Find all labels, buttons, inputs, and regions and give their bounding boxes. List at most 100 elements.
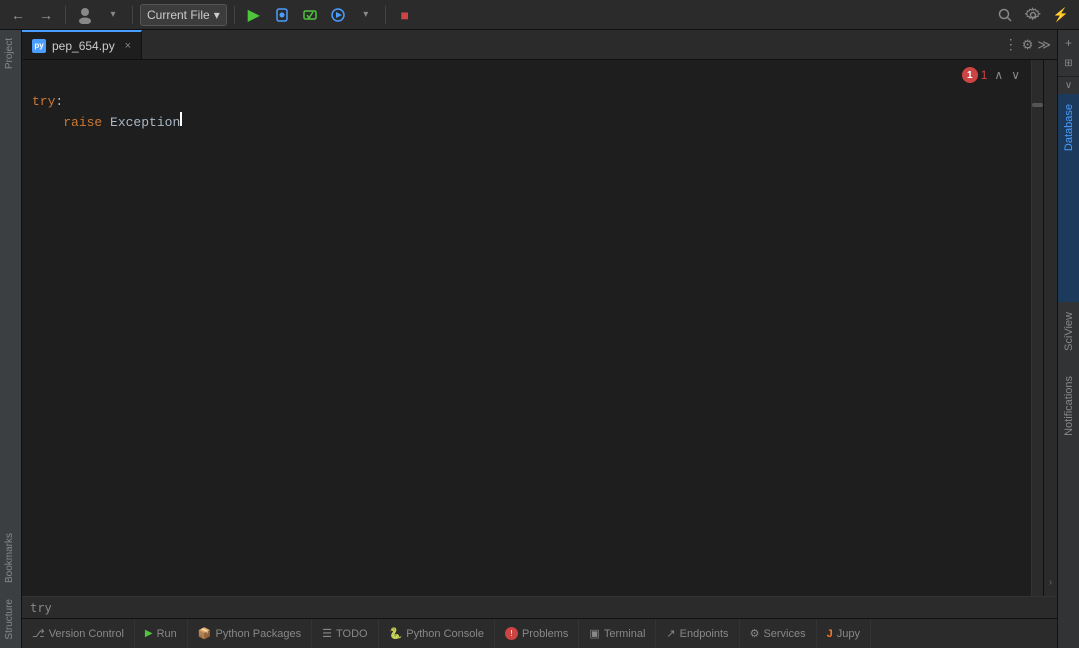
error-nav-arrows: ∧ ∨ bbox=[991, 67, 1023, 83]
nav-forward-button[interactable]: → bbox=[34, 3, 58, 27]
profile-run-icon bbox=[330, 7, 346, 23]
notifications-tab-label: Notifications bbox=[1061, 372, 1077, 440]
tab-expand[interactable]: ≫ bbox=[1037, 37, 1051, 53]
nav-back-button[interactable]: ← bbox=[6, 3, 30, 27]
code-editor[interactable]: 1 1 ∧ ∨ try: ____r bbox=[22, 60, 1031, 596]
tab-problems[interactable]: ! Problems bbox=[495, 619, 579, 648]
error-count-circle: 1 bbox=[962, 67, 978, 83]
editor-scrollbar-gutter bbox=[1031, 60, 1043, 596]
database-tab-label: Database bbox=[1061, 100, 1077, 155]
main-toolbar: ← → ▾ Current File ▾ ▶ bbox=[0, 0, 1079, 30]
error-badge: 1 1 bbox=[962, 67, 988, 83]
console-icon: 🐍 bbox=[389, 627, 403, 640]
error-nav-up[interactable]: ∧ bbox=[991, 67, 1006, 83]
left-vertical-tabs: Project Bookmarks Structure bbox=[0, 30, 22, 648]
sciview-tab[interactable]: SciView bbox=[1058, 302, 1079, 361]
editor-indicator-bar: 1 1 ∧ ∨ bbox=[22, 60, 1031, 90]
tab-endpoints[interactable]: ↗ Endpoints bbox=[656, 619, 739, 648]
plugin-button[interactable]: ⚡ bbox=[1049, 3, 1073, 27]
try-indicator-bar: try bbox=[22, 596, 1057, 618]
debug-button[interactable] bbox=[270, 3, 294, 27]
settings-button[interactable] bbox=[1021, 3, 1045, 27]
search-everywhere-button[interactable] bbox=[993, 3, 1017, 27]
right-vertical-tabs-panel: + ⊞ ∨ Database SciView Notifications bbox=[1057, 30, 1079, 648]
scrollbar-thumb[interactable] bbox=[1032, 103, 1043, 107]
vc-icon: ⎇ bbox=[32, 627, 45, 640]
tab-todo[interactable]: ☰ TODO bbox=[312, 619, 378, 648]
settings-icon bbox=[1025, 7, 1041, 23]
coverage-icon bbox=[302, 7, 318, 23]
tab-settings[interactable]: ⚙ bbox=[1022, 37, 1034, 53]
run-config-dropdown[interactable]: Current File ▾ bbox=[140, 4, 227, 26]
endpoints-icon: ↗ bbox=[666, 627, 675, 640]
search-icon bbox=[997, 7, 1013, 23]
vc-label: Version Control bbox=[49, 628, 124, 640]
content-area: Project Bookmarks Structure py pep_654.p… bbox=[0, 30, 1079, 648]
endpoints-label: Endpoints bbox=[680, 628, 729, 640]
packages-label: Python Packages bbox=[216, 628, 302, 640]
editor-tab-bar: py pep_654.py × ⋮ ⚙ ≫ bbox=[22, 30, 1057, 60]
profile-run-button[interactable] bbox=[326, 3, 350, 27]
tab-run[interactable]: ▶ Run bbox=[135, 619, 188, 648]
split-vertical-btn[interactable]: ⊞ bbox=[1060, 54, 1078, 72]
error-count-label: 1 bbox=[981, 68, 988, 82]
editor-tab-pep654[interactable]: py pep_654.py × bbox=[22, 30, 142, 59]
code-lines: try: ____raise Exception bbox=[22, 90, 1031, 133]
debug-icon bbox=[274, 7, 290, 23]
profile-dropdown-btn[interactable]: ▾ bbox=[354, 3, 378, 27]
sidebar-item-project[interactable]: Project bbox=[0, 30, 21, 77]
class-exception: Exception bbox=[110, 113, 180, 133]
jupyter-icon: J bbox=[827, 628, 833, 640]
tab-terminal[interactable]: ▣ Terminal bbox=[579, 619, 656, 648]
toolbar-right-group: ⚡ bbox=[993, 3, 1073, 27]
console-label: Python Console bbox=[406, 628, 484, 640]
profile-button[interactable] bbox=[73, 3, 97, 27]
collapse-right-button[interactable]: › bbox=[1049, 577, 1052, 588]
tab-jupyter[interactable]: J Jupy bbox=[817, 619, 871, 648]
expand-right-btn[interactable]: + bbox=[1060, 34, 1078, 52]
database-tab-active[interactable]: Database bbox=[1058, 94, 1079, 302]
toolbar-separator-4 bbox=[385, 6, 386, 24]
sciview-tab-label: SciView bbox=[1061, 308, 1077, 355]
tab-services[interactable]: ⚙ Services bbox=[740, 619, 817, 648]
terminal-label: Terminal bbox=[604, 628, 646, 640]
editor-spacer bbox=[22, 133, 1031, 596]
tab-close-button[interactable]: × bbox=[125, 40, 131, 52]
tab-version-control[interactable]: ⎇ Version Control bbox=[22, 619, 135, 648]
profile-icon bbox=[76, 6, 94, 24]
run-button[interactable]: ▶ bbox=[242, 3, 266, 27]
tab-python-console[interactable]: 🐍 Python Console bbox=[379, 619, 495, 648]
profile-dropdown-arrow[interactable]: ▾ bbox=[101, 3, 125, 27]
packages-icon: 📦 bbox=[198, 627, 212, 640]
toolbar-separator-1 bbox=[65, 6, 66, 24]
problems-label: Problems bbox=[522, 628, 568, 640]
toolbar-separator-3 bbox=[234, 6, 235, 24]
tab-bar-actions: ⋮ ⚙ ≫ bbox=[998, 30, 1057, 59]
run-config-arrow: ▾ bbox=[214, 8, 220, 22]
collapse-strip: › bbox=[1043, 60, 1057, 596]
error-nav-down[interactable]: ∨ bbox=[1008, 67, 1023, 83]
colon-1: : bbox=[55, 92, 63, 112]
terminal-icon: ▣ bbox=[589, 627, 599, 640]
notifications-tab[interactable]: Notifications bbox=[1058, 366, 1079, 446]
right-tabs-spacer bbox=[1058, 446, 1079, 648]
tab-more-actions[interactable]: ⋮ bbox=[1004, 36, 1018, 53]
stop-button[interactable]: ■ bbox=[393, 3, 417, 27]
sidebar-item-bookmarks[interactable]: Bookmarks bbox=[0, 525, 21, 591]
sidebar-item-structure[interactable]: Structure bbox=[0, 591, 21, 648]
tab-python-packages[interactable]: 📦 Python Packages bbox=[188, 619, 312, 648]
right-top-icons: + ⊞ bbox=[1058, 30, 1079, 77]
keyword-raise: raise bbox=[63, 113, 110, 133]
todo-label: TODO bbox=[336, 628, 368, 640]
text-cursor bbox=[180, 112, 182, 126]
left-spacer bbox=[0, 77, 21, 525]
services-icon: ⚙ bbox=[750, 627, 760, 640]
right-chevron-down[interactable]: ∨ bbox=[1058, 77, 1079, 94]
center-column: py pep_654.py × ⋮ ⚙ ≫ 1 bbox=[22, 30, 1057, 648]
problems-error-dot: ! bbox=[505, 627, 518, 640]
tab-filename: pep_654.py bbox=[52, 39, 115, 53]
code-line-1: try: bbox=[32, 92, 1031, 112]
coverage-button[interactable] bbox=[298, 3, 322, 27]
try-label: try bbox=[30, 601, 52, 615]
run-icon: ▶ bbox=[145, 628, 153, 639]
